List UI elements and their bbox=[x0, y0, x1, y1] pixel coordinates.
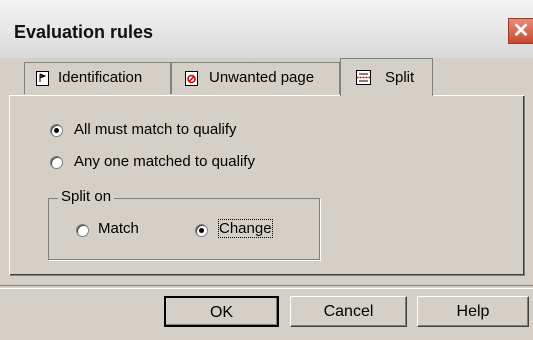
cancel-button-label: Cancel bbox=[323, 303, 374, 320]
evaluation-rules-dialog: Evaluation rules ✕ Identification Unwant… bbox=[0, 0, 533, 340]
match-radio[interactable] bbox=[76, 224, 89, 237]
all-must-match-radio[interactable] bbox=[50, 124, 63, 137]
tab-identification-label: Identification bbox=[58, 69, 143, 86]
document-flag-icon bbox=[36, 71, 49, 86]
split-page-icon bbox=[356, 70, 371, 85]
dialog-title: Evaluation rules bbox=[14, 22, 154, 42]
any-one-matched-radio[interactable] bbox=[50, 156, 63, 169]
close-button[interactable]: ✕ bbox=[508, 18, 533, 44]
document-ban-icon bbox=[185, 71, 198, 86]
button-separator bbox=[0, 285, 533, 289]
any-one-matched-label[interactable]: Any one matched to qualify bbox=[74, 153, 255, 170]
change-radio[interactable] bbox=[195, 224, 208, 237]
all-must-match-label[interactable]: All must match to qualify bbox=[74, 121, 237, 138]
help-button-label: Help bbox=[456, 303, 490, 320]
change-label[interactable]: Change bbox=[218, 219, 273, 238]
tab-split-label: Split bbox=[385, 69, 415, 86]
ok-button[interactable]: OK bbox=[164, 296, 279, 327]
tab-unwanted-page-label: Unwanted page bbox=[209, 69, 315, 86]
tab-split[interactable]: Split bbox=[340, 58, 433, 96]
tab-identification[interactable]: Identification bbox=[24, 62, 171, 94]
help-button[interactable]: Help bbox=[417, 296, 529, 327]
cancel-button[interactable]: Cancel bbox=[290, 296, 407, 327]
title-bar: Evaluation rules ✕ bbox=[0, 0, 533, 59]
close-icon: ✕ bbox=[512, 20, 530, 42]
match-label[interactable]: Match bbox=[98, 220, 139, 237]
tab-unwanted-page[interactable]: Unwanted page bbox=[171, 62, 340, 94]
split-on-group-title: Split on bbox=[58, 188, 115, 205]
ok-button-label: OK bbox=[209, 304, 234, 321]
